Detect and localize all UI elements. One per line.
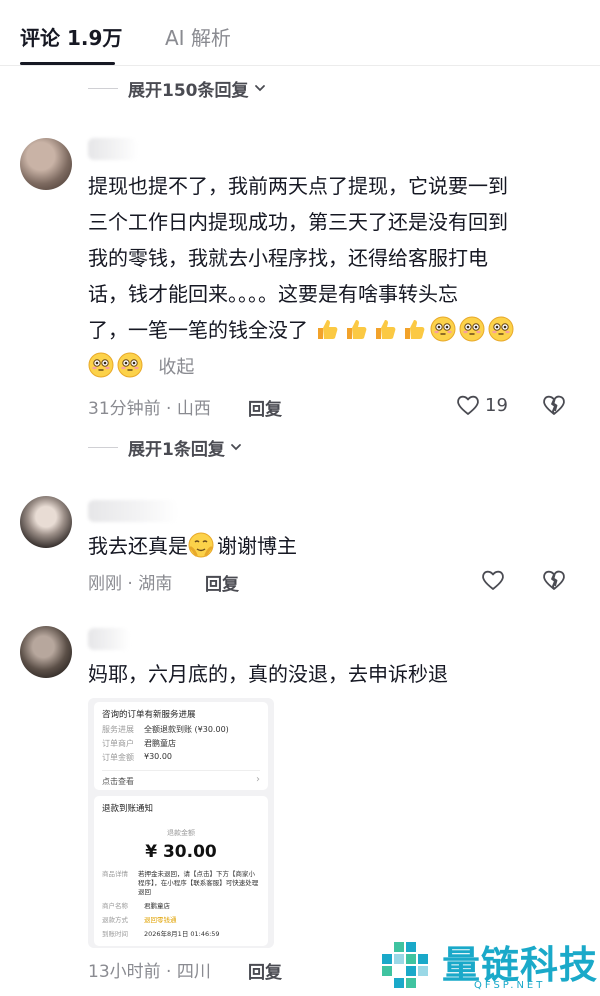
service-progress-card: 咨询的订单有新服务进展 服务进展 全额退款到账 (¥30.00) 订单商户 君鹏童店… (94, 702, 268, 790)
refund-amount-label: 退款金额 (167, 829, 195, 837)
reply-button[interactable]: 回复 (205, 570, 239, 595)
active-tab-indicator (20, 62, 115, 65)
refund-amount: ¥ 30.00 (145, 842, 217, 862)
watermark-logo-icon (382, 942, 428, 988)
comment-meta: 13小时前 · 四川 (88, 961, 211, 982)
refund-title: 退款到账通知 (102, 804, 154, 814)
flushed-face-icon (117, 352, 143, 378)
thumbs-up-icon (376, 320, 396, 339)
divider-line (102, 770, 260, 771)
refund-notice-card: 退款到账通知 退款金额 ¥ 30.00 商品详情 若押金未退回，请【点击】下方【商… (94, 796, 268, 946)
like-button[interactable] (480, 567, 506, 593)
reply-button[interactable]: 回复 (248, 395, 282, 420)
comment-meta: 31分钟前 · 山西 (88, 398, 211, 419)
comment-meta: 刚刚 · 湖南 (88, 573, 173, 594)
expand-replies-label: 展开1条回复 (128, 439, 225, 460)
info-row: 订单金额 ¥30.00 (102, 752, 172, 762)
flushed-face-icon (459, 316, 485, 342)
info-row: 订单商户 君鹏童店 (102, 739, 176, 748)
comment-line: 我的零钱，我就去小程序找，还得给客服打电 (88, 246, 488, 270)
comment-text: 我去还真是 谢谢博主 (88, 532, 297, 558)
divider-line (88, 446, 118, 448)
info-row: 商品详情 若押金未退回，请【点击】下方【商家小程序】，在小程序【联系客服】可快速处… (102, 870, 259, 896)
comment-line: 提现也提不了，我前两天点了提现，它说要一到 (88, 174, 508, 198)
view-link: 点击查看 (102, 777, 134, 786)
thumbs-up-icon (405, 320, 425, 339)
avatar[interactable] (20, 626, 72, 678)
comment-tabs: 评论 1.9万 AI 解析 (0, 0, 600, 66)
divider-line (88, 87, 118, 89)
thumbs-up-icon (347, 320, 367, 339)
pleading-face-icon (188, 532, 214, 558)
flushed-face-icon (488, 316, 514, 342)
comment-text: 妈耶，六月底的，真的没退，去申诉秒退 (88, 662, 448, 686)
chevron-down-icon (254, 85, 265, 92)
tab-comments[interactable]: 评论 1.9万 (20, 22, 122, 51)
tab-ai-analysis[interactable]: AI 解析 (165, 22, 231, 51)
like-count: 19 (485, 394, 508, 416)
info-row: 商户名称 君鹏童店 (102, 902, 170, 910)
username-blurred[interactable] (88, 500, 178, 522)
info-row: 到账时间 2026年8月1日 01:46:59 (102, 930, 220, 938)
reply-button[interactable]: 回复 (248, 958, 282, 983)
username-blurred[interactable] (88, 138, 138, 160)
flushed-face-icon (88, 352, 114, 378)
avatar[interactable] (20, 496, 72, 548)
comment-line: 三个工作日内提现成功，第三天了还是没有回到 (88, 210, 508, 234)
comment-text: 提现也提不了，我前两天点了提现，它说要一到 三个工作日内提现成功，第三天了还是没… (88, 168, 588, 386)
heart-icon (482, 570, 504, 590)
watermark: 量链科技 QFSP.NET (378, 934, 600, 996)
attached-screenshot[interactable]: 咨询的订单有新服务进展 服务进展 全额退款到账 (¥30.00) 订单商户 君鹏童店… (88, 698, 274, 948)
thumbs-up-icon (318, 320, 338, 339)
chevron-down-icon (230, 444, 241, 451)
flushed-face-icon (430, 316, 456, 342)
comment-line: 话，钱才能回来。。。。这要是有啥事转头忘 (88, 282, 458, 306)
username-blurred[interactable] (88, 628, 130, 650)
avatar[interactable] (20, 138, 72, 190)
expand-replies-label: 展开150条回复 (128, 80, 249, 101)
broken-heart-icon[interactable] (541, 567, 567, 593)
comment-line: 收起 (88, 348, 588, 386)
expand-replies-button[interactable]: 展开150条回复 (88, 74, 267, 102)
info-row: 服务进展 全额退款到账 (¥30.00) (102, 725, 229, 734)
broken-heart-icon[interactable] (541, 392, 567, 418)
collapse-button[interactable]: 收起 (158, 357, 194, 378)
watermark-subtext: QFSP.NET (474, 980, 546, 991)
card-header: 咨询的订单有新服务进展 (102, 710, 196, 720)
comment-line: 了，一笔一笔的钱全没了 (88, 312, 588, 348)
heart-icon (457, 395, 479, 415)
like-button[interactable]: 19 (455, 392, 508, 418)
expand-replies-button[interactable]: 展开1条回复 (88, 433, 243, 461)
chevron-right-icon: › (256, 774, 260, 785)
info-row: 退款方式 退回零钱通 (102, 916, 177, 924)
